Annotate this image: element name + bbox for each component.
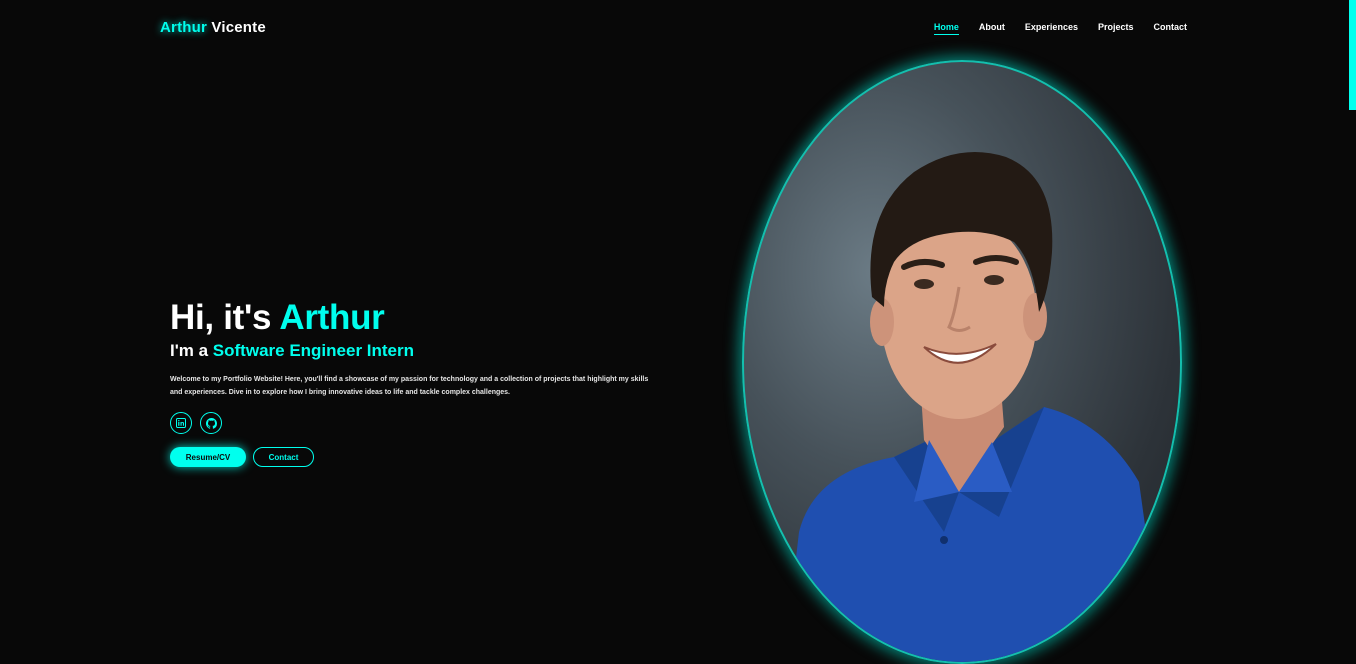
logo-first-name: Arthur	[160, 19, 208, 36]
nav-experiences[interactable]: Experiences	[1025, 22, 1078, 35]
profile-photo	[742, 60, 1182, 664]
role-title: Software Engineer Intern	[212, 341, 414, 360]
site-logo[interactable]: Arthur Vicente	[160, 19, 266, 36]
contact-button[interactable]: Contact	[253, 447, 314, 467]
nav-home[interactable]: Home	[933, 22, 959, 35]
logo-last-name: Vicente	[207, 19, 266, 36]
hero-section: Hi, it's Arthur I'm a Software Engineer …	[170, 297, 650, 467]
social-links	[170, 412, 650, 434]
linkedin-icon	[176, 418, 186, 428]
nav-about[interactable]: About	[979, 22, 1005, 35]
hero-heading: Hi, it's Arthur	[170, 297, 650, 339]
main-nav: Home About Experiences Projects Contact	[933, 22, 1188, 35]
portrait-illustration	[784, 152, 1164, 662]
linkedin-link[interactable]	[170, 412, 192, 434]
role-prefix: I'm a	[170, 341, 213, 360]
nav-projects[interactable]: Projects	[1098, 22, 1134, 35]
github-link[interactable]	[200, 412, 222, 434]
hero-description: Welcome to my Portfolio Website! Here, y…	[170, 376, 649, 396]
hero-greeting: Hi, it's	[170, 298, 280, 337]
scrollbar-thumb[interactable]	[1349, 0, 1356, 110]
github-icon	[205, 417, 217, 429]
hero-buttons: Resume/CV Contact	[170, 447, 650, 467]
nav-contact[interactable]: Contact	[1154, 22, 1188, 35]
hero-name: Arthur	[279, 298, 385, 337]
resume-button[interactable]: Resume/CV	[170, 447, 246, 467]
hero-role: I'm a Software Engineer Intern	[170, 341, 650, 361]
